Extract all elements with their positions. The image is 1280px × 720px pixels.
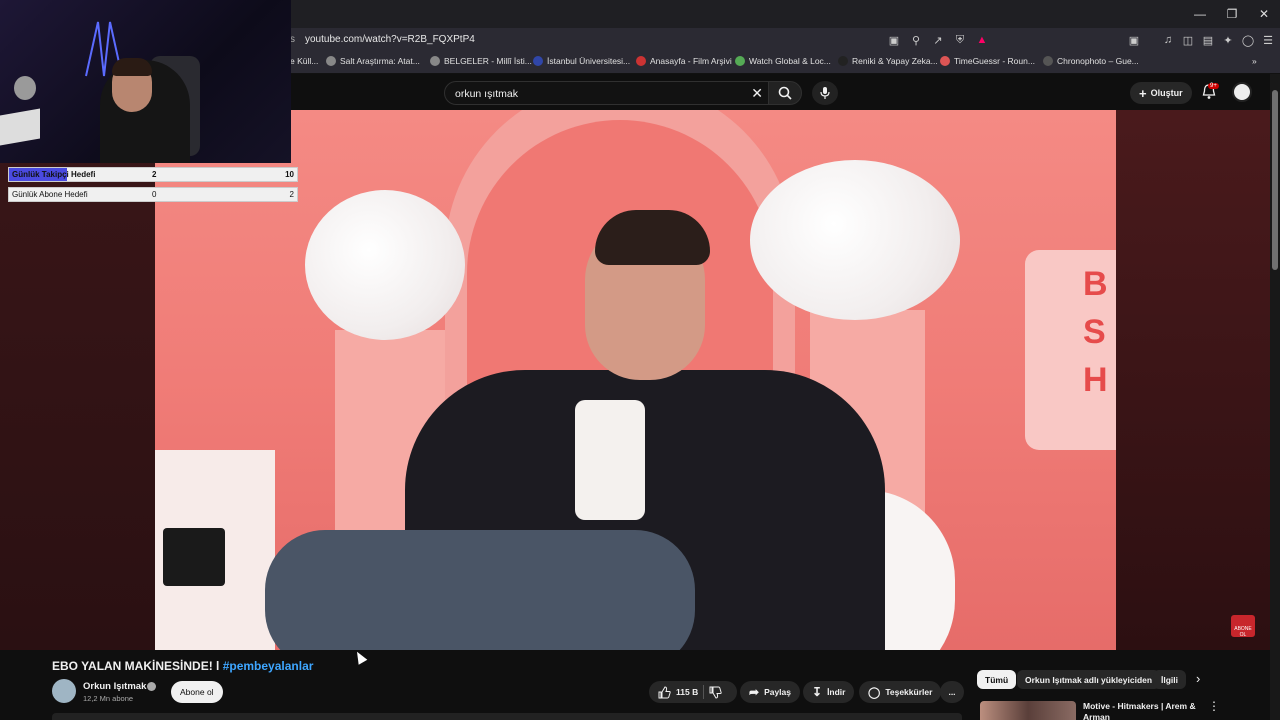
screenshot-icon[interactable]: ▣ [1126, 32, 1142, 48]
more-actions-button[interactable]: ... [940, 681, 964, 703]
url-text[interactable]: youtube.com/watch?v=R2B_FQXPtP4 [305, 34, 475, 45]
account-avatar[interactable] [1232, 82, 1252, 102]
sidebar-icon[interactable]: ◫ [1180, 32, 1196, 48]
bookmark-item[interactable]: TimeGuessr - Roun... [940, 56, 1035, 66]
bookmark-item[interactable]: İstanbul Üniversitesi... [533, 56, 630, 66]
bookmark-favicon-icon [735, 56, 745, 66]
vpn-shield-icon[interactable]: ◯ [1240, 32, 1256, 48]
search-input[interactable]: orkun ışıtmak ✕ [444, 81, 774, 105]
bookmark-favicon-icon [326, 56, 336, 66]
ambient-right [1116, 110, 1270, 650]
minimize-icon[interactable]: — [1184, 0, 1216, 28]
plus-icon: + [1139, 85, 1147, 101]
thumbs-down-icon[interactable] [709, 686, 722, 699]
thumbs-up-icon [658, 685, 671, 698]
restore-icon[interactable]: ❐ [1216, 0, 1248, 28]
bookmark-item[interactable]: e Küll... [290, 56, 318, 66]
microphone-icon [820, 87, 830, 99]
bookmark-item[interactable]: Reniki & Yapay Zeka... [838, 56, 938, 66]
like-button[interactable]: 115 B [658, 685, 699, 699]
streamer-webcam [0, 0, 291, 163]
bookmark-item[interactable]: BELGELER - Millî İsti... [430, 56, 532, 66]
recommendation-thumbnail[interactable] [980, 701, 1076, 720]
channel-name[interactable]: Orkun Işıtmak [83, 681, 146, 692]
notification-badge: 9+ [1208, 83, 1219, 89]
menu-icon[interactable]: ☰ [1260, 32, 1276, 48]
channel-avatar[interactable] [52, 679, 76, 703]
black-cup [163, 528, 225, 586]
ai-sparkle-icon[interactable]: ✦ [1220, 32, 1236, 48]
left-cloud [305, 190, 465, 340]
extension-icons: ▣ ♫ ◫ ▤ ✦ ◯ ☰ [1126, 32, 1276, 48]
background-sign-text: BSH [1083, 265, 1108, 399]
screen: — ❐ ✕ s youtube.com/watch?v=R2B_FQXPtP4 … [0, 0, 1280, 720]
thanks-button[interactable]: ◯ Teşekkürler [859, 681, 942, 703]
create-button[interactable]: + Oluştur [1130, 82, 1192, 104]
search-query[interactable]: orkun ışıtmak [455, 88, 518, 100]
bookmark-item[interactable]: Chronophoto – Gue... [1043, 56, 1139, 66]
share-icon: ➦ [749, 685, 760, 699]
subscribe-watermark[interactable]: ABONE OL [1231, 615, 1255, 638]
person-shirt [575, 400, 645, 520]
cast-icon[interactable]: ▣ [886, 32, 902, 48]
extension-alert-icon[interactable]: ▲ [974, 32, 990, 48]
bookmark-item[interactable]: Anasayfa - Film Arşivi [636, 56, 732, 66]
scrollbar-thumb[interactable] [1272, 90, 1278, 270]
chip-related[interactable]: İlgili [1153, 670, 1186, 689]
right-cloud [750, 160, 960, 320]
clear-search-icon[interactable]: ✕ [751, 85, 763, 102]
bookmark-favicon-icon [430, 56, 440, 66]
recommendation-title[interactable]: Motive - Hitmakers | Arem & Arman [1083, 701, 1203, 720]
bookmark-item[interactable]: Watch Global & Loc... [735, 56, 831, 66]
like-dislike-group: 115 B [649, 681, 737, 703]
like-count: 115 B [676, 687, 699, 697]
bookmark-favicon-icon [636, 56, 646, 66]
studio-microphone [14, 76, 36, 100]
shield-icon[interactable]: ⛨ [952, 32, 968, 48]
description-box-edge [52, 713, 962, 720]
music-icon[interactable]: ♫ [1160, 32, 1176, 48]
window-controls: — ❐ ✕ [1184, 0, 1280, 28]
search-icon [778, 86, 792, 100]
voice-search-button[interactable] [812, 81, 838, 105]
wallet-icon[interactable]: ▤ [1200, 32, 1216, 48]
bookmark-favicon-icon [533, 56, 543, 66]
address-bar-icons: ▣ ⚲ ↗ ⛨ ▲ [886, 32, 990, 48]
verified-icon [147, 682, 156, 691]
bookmark-favicon-icon [838, 56, 848, 66]
download-button[interactable]: ↧ İndir [803, 681, 855, 703]
streamer-hair [112, 58, 152, 76]
bookmark-favicon-icon [1043, 56, 1053, 66]
page-scrollbar[interactable] [1270, 74, 1280, 720]
video-title: EBO YALAN MAKİNESİNDE! l #pembeyalanlar [52, 659, 314, 673]
keyboard [0, 108, 40, 146]
more-icon: ... [948, 687, 956, 697]
video-frame[interactable]: BSH [155, 110, 1116, 650]
bookmark-favicon-icon [940, 56, 950, 66]
subscribe-button[interactable]: Abone ol [171, 681, 223, 703]
follower-goal-bar: Günlük Takipçi Hedefi 2 10 [8, 167, 298, 182]
chevron-right-icon[interactable]: › [1196, 671, 1200, 686]
chip-from-uploader[interactable]: Orkun Işıtmak adlı yükleyiciden [1017, 670, 1161, 689]
share-page-icon[interactable]: ↗ [930, 32, 946, 48]
chip-all[interactable]: Tümü [977, 670, 1017, 689]
share-button[interactable]: ➦ Paylaş [740, 681, 801, 703]
subscriber-goal-bar: Günlük Abone Hedefi 0 2 [8, 187, 298, 202]
bookmarks-overflow[interactable]: » [1252, 56, 1257, 66]
search-button[interactable] [768, 81, 802, 105]
zoom-icon[interactable]: ⚲ [908, 32, 924, 48]
download-icon: ↧ [812, 685, 823, 699]
subscriber-count: 12,2 Mn abone [83, 694, 134, 703]
video-hashtag[interactable]: #pembeyalanlar [223, 659, 314, 673]
mouse-cursor [352, 649, 368, 665]
like-divider [703, 685, 705, 699]
person-jeans [265, 530, 695, 650]
super-thanks-icon: ◯ [868, 686, 881, 699]
close-icon[interactable]: ✕ [1248, 0, 1280, 28]
bookmark-item[interactable]: Salt Araştırma: Atat... [326, 56, 420, 66]
person-hair [595, 210, 710, 265]
recommendation-menu-icon[interactable]: ⋮ [1208, 699, 1220, 713]
